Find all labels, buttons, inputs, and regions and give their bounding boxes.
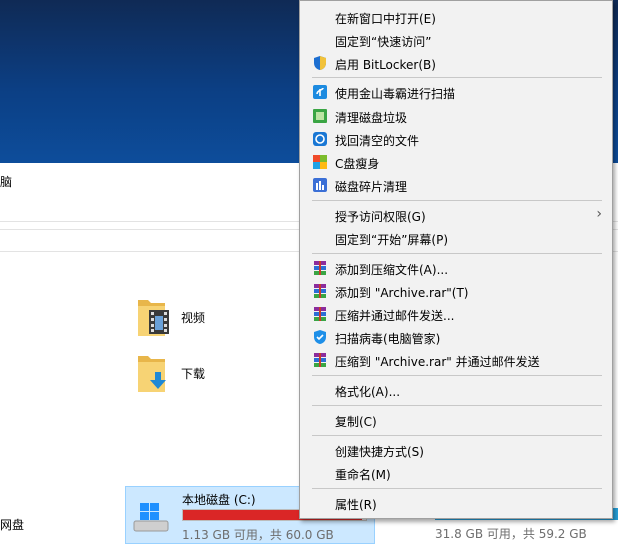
context-menu-item-label: 授予访问权限(G) xyxy=(335,210,426,224)
context-menu-item[interactable]: 重命名(M) xyxy=(300,462,612,484)
context-menu-item[interactable]: 固定到“开始”屏幕(P) xyxy=(300,227,612,249)
context-menu-item-label: 添加到 "Archive.rar"(T) xyxy=(335,286,469,300)
context-menu-item[interactable]: 找回清空的文件 xyxy=(300,128,612,150)
file-recovery-icon xyxy=(312,131,328,147)
context-menu-item-label: 复制(C) xyxy=(335,415,377,429)
chevron-right-icon: › xyxy=(596,206,602,222)
winrar-icon xyxy=(312,352,328,368)
context-menu-item[interactable]: 压缩到 "Archive.rar" 并通过邮件发送 xyxy=(300,349,612,371)
menu-separator xyxy=(312,435,602,436)
context-menu-item[interactable]: 复制(C) xyxy=(300,409,612,431)
context-menu-item[interactable]: 添加到压缩文件(A)... xyxy=(300,257,612,279)
menu-separator xyxy=(312,488,602,489)
context-menu-item[interactable]: 清理磁盘垃圾 xyxy=(300,105,612,127)
context-menu-item[interactable]: 格式化(A)... xyxy=(300,379,612,401)
menu-separator xyxy=(312,200,602,201)
context-menu-item[interactable]: 创建快捷方式(S) xyxy=(300,439,612,461)
context-menu-item-label: 固定到“快速访问” xyxy=(335,35,432,49)
menu-separator xyxy=(312,253,602,254)
folder-label: 下载 xyxy=(181,366,206,381)
window-title-fragment: 脑 xyxy=(0,175,13,189)
context-menu-item-label: 格式化(A)... xyxy=(335,385,401,399)
context-menu-item[interactable]: 使用金山毒霸进行扫描 xyxy=(300,81,612,103)
context-menu-item-label: 清理磁盘垃圾 xyxy=(335,111,408,125)
context-menu-item[interactable]: 授予访问权限(G) › xyxy=(300,204,612,226)
context-menu-item-label: 启用 BitLocker(B) xyxy=(335,58,436,72)
context-menu-item[interactable]: C盘瘦身 xyxy=(300,151,612,173)
context-menu-item-label: 使用金山毒霸进行扫描 xyxy=(335,87,456,101)
folder-label: 视频 xyxy=(181,310,206,325)
menu-separator xyxy=(312,375,602,376)
context-menu: 在新窗口中打开(E) 固定到“快速访问” 启用 BitLocker(B) 使用金山毒霸… xyxy=(299,0,613,519)
context-menu-item-label: 在新窗口中打开(E) xyxy=(335,12,436,26)
menu-separator xyxy=(312,405,602,406)
context-menu-item-label: 属性(R) xyxy=(335,498,377,512)
drive-free-space: 31.8 GB 可用，共 59.2 GB xyxy=(435,527,587,541)
drive-name: 本地磁盘 (C:) xyxy=(182,493,256,507)
winrar-icon xyxy=(312,260,328,276)
context-menu-item-label: 压缩并通过邮件发送... xyxy=(335,309,455,323)
context-menu-item[interactable]: 磁盘碎片清理 xyxy=(300,174,612,196)
context-menu-item[interactable]: 扫描病毒(电脑管家) xyxy=(300,326,612,348)
downloads-folder-icon xyxy=(138,356,166,392)
context-menu-item-label: 创建快捷方式(S) xyxy=(335,445,424,459)
context-menu-item[interactable]: 启用 BitLocker(B) xyxy=(300,52,612,74)
videos-folder-icon xyxy=(138,300,169,336)
context-menu-item[interactable]: 属性(R) xyxy=(300,492,612,514)
context-menu-item-label: 扫描病毒(电脑管家) xyxy=(335,332,441,346)
kingsoft-antivirus-icon xyxy=(312,84,328,100)
context-menu-item[interactable]: 添加到 "Archive.rar"(T) xyxy=(300,280,612,302)
winrar-icon xyxy=(312,283,328,299)
tencent-pc-manager-icon xyxy=(312,329,328,345)
folder-videos[interactable]: 视频 xyxy=(137,296,205,338)
folder-downloads[interactable]: 下载 xyxy=(137,352,205,394)
context-menu-item-label: 压缩到 "Archive.rar" 并通过邮件发送 xyxy=(335,355,540,369)
context-menu-item[interactable]: 压缩并通过邮件发送... xyxy=(300,303,612,325)
context-menu-item-label: 磁盘碎片清理 xyxy=(335,180,408,194)
context-menu-item-label: 重命名(M) xyxy=(335,468,391,482)
context-menu-item[interactable]: 在新窗口中打开(E) xyxy=(300,6,612,28)
windows-drive-icon xyxy=(133,503,169,532)
disk-cleanup-icon xyxy=(312,108,328,124)
shield-icon xyxy=(312,55,328,71)
c-drive-slim-icon xyxy=(312,154,328,170)
defrag-icon xyxy=(312,177,328,193)
context-menu-item-label: 固定到“开始”屏幕(P) xyxy=(335,233,449,247)
context-menu-item[interactable]: 固定到“快速访问” xyxy=(300,29,612,51)
drive-free-space: 1.13 GB 可用，共 60.0 GB xyxy=(182,528,334,542)
menu-separator xyxy=(312,77,602,78)
context-menu-item-label: 找回清空的文件 xyxy=(335,134,420,148)
context-menu-item-label: C盘瘦身 xyxy=(335,157,380,171)
winrar-icon xyxy=(312,306,328,322)
netdisk-label-fragment: 网盘 xyxy=(0,518,25,532)
context-menu-item-label: 添加到压缩文件(A)... xyxy=(335,263,449,277)
